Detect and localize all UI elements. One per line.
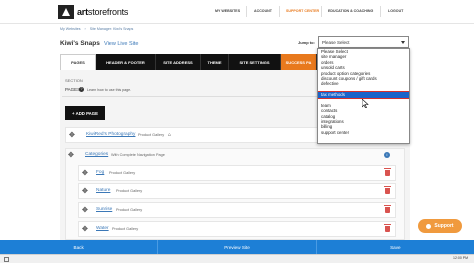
page-type: Product Gallery	[138, 133, 165, 137]
jump-to-label: Jump to:	[298, 40, 315, 45]
chat-bubble-icon	[426, 223, 432, 229]
help-icon[interactable]: ?	[79, 87, 84, 92]
page-type: Product Gallery	[116, 208, 143, 212]
page-link[interactable]: Fog	[96, 170, 104, 175]
page-link[interactable]: Categories	[85, 152, 108, 157]
page-row: ✥ Fog Product Gallery	[78, 165, 396, 181]
drag-handle-icon[interactable]: ✥	[82, 225, 88, 233]
breadcrumb: My Websites › Site Manager: Kiwi's Snaps	[60, 27, 136, 31]
page-type: Product Gallery	[116, 189, 143, 193]
mouse-cursor-icon	[362, 99, 369, 108]
nav-logout[interactable]: LOGOUT	[388, 9, 403, 13]
breadcrumb-site-manager[interactable]: Site Manager: Kiwi's Snaps	[90, 27, 134, 31]
trash-icon[interactable]	[384, 224, 391, 232]
dropdown-option[interactable]: support center	[318, 130, 409, 135]
tab-site-settings[interactable]: SITE SETTINGS	[229, 54, 281, 70]
page-type: Product Gallery	[112, 227, 139, 231]
support-button[interactable]: Support	[418, 219, 462, 233]
jump-to-value: Please Select	[322, 40, 350, 45]
back-button[interactable]: Back	[0, 240, 159, 254]
tab-pages[interactable]: PAGES	[60, 54, 96, 70]
drag-handle-icon[interactable]: ✥	[82, 187, 88, 195]
page-title: Kiwi's Snaps	[60, 40, 100, 47]
nav-divider	[321, 6, 322, 17]
page-type: Product Gallery	[109, 171, 136, 175]
tab-site-address[interactable]: SITE ADDRESS	[156, 54, 201, 70]
nav-divider	[380, 6, 381, 17]
nav-my-websites[interactable]: MY WEBSITES	[215, 9, 240, 13]
page-link[interactable]: Sunrise	[96, 207, 112, 212]
view-live-site-link[interactable]: View Live Site	[104, 41, 138, 47]
tab-theme[interactable]: THEME	[201, 54, 229, 70]
jump-to-select[interactable]: Please Select	[318, 36, 409, 48]
tab-header-footer[interactable]: HEADER & FOOTER	[96, 54, 156, 70]
page-link[interactable]: Water	[96, 226, 109, 231]
nav-education[interactable]: EDUCATION & COACHING	[328, 9, 373, 13]
tab-success-path[interactable]: SUCCESS PA	[281, 54, 317, 70]
drag-handle-icon[interactable]: ✥	[68, 151, 74, 159]
help-link[interactable]: Learn how to use this page.	[87, 88, 131, 92]
page-type: With Complete Navigation Page	[111, 153, 165, 157]
page-link[interactable]: Nature	[96, 188, 110, 193]
drag-handle-icon[interactable]: ✥	[82, 206, 88, 214]
trash-icon[interactable]	[384, 186, 391, 194]
nav-divider	[279, 6, 280, 17]
add-page-button[interactable]: + ADD PAGE	[65, 106, 105, 120]
breadcrumb-my-websites[interactable]: My Websites	[60, 27, 81, 31]
trash-icon[interactable]	[384, 205, 391, 213]
bottom-action-bar: Back Preview Site Save	[0, 240, 474, 254]
start-icon[interactable]	[4, 257, 9, 262]
drag-handle-icon[interactable]: ✥	[82, 169, 88, 177]
logo-icon	[58, 5, 74, 19]
page-row: ✥ Categories With Complete Navigation Pa…	[65, 148, 405, 164]
nav-support-center[interactable]: SUPPORT CENTER	[286, 9, 319, 13]
tab-bar: PAGES HEADER & FOOTER SITE ADDRESS THEME…	[60, 54, 317, 70]
support-label: Support	[434, 223, 454, 229]
os-taskbar: 12:00 PM	[0, 254, 474, 263]
logo-rest: storefronts	[87, 7, 129, 17]
drag-handle-icon[interactable]: ✥	[69, 131, 75, 139]
clock: 12:00 PM	[453, 256, 468, 260]
nav-account[interactable]: ACCOUNT	[254, 9, 272, 13]
info-icon[interactable]: i	[384, 152, 390, 158]
page-row: ✥ Water Product Gallery	[78, 221, 396, 237]
pages-label: PAGES	[65, 87, 81, 92]
jump-to-dropdown-list[interactable]: Please Select site manager orders unsold…	[317, 48, 410, 144]
brand-logo[interactable]: artstorefronts	[58, 4, 128, 20]
page-link[interactable]: KiwiRed's Photography	[86, 132, 135, 137]
page-row: ✥ Nature Product Gallery	[78, 183, 396, 199]
preview-site-button[interactable]: Preview Site	[158, 240, 317, 254]
save-button[interactable]: Save	[317, 240, 474, 254]
section-label: SECTION	[65, 78, 83, 83]
logo-bold: art	[77, 7, 88, 17]
page-row: ✥ Sunrise Product Gallery	[78, 202, 396, 218]
breadcrumb-separator: ›	[84, 27, 86, 31]
nav-divider	[246, 6, 247, 17]
top-nav: artstorefronts MY WEBSITES ACCOUNT SUPPO…	[0, 0, 474, 24]
home-icon: ⌂	[168, 132, 172, 138]
chevron-down-icon	[401, 41, 405, 44]
trash-icon[interactable]	[384, 168, 391, 176]
